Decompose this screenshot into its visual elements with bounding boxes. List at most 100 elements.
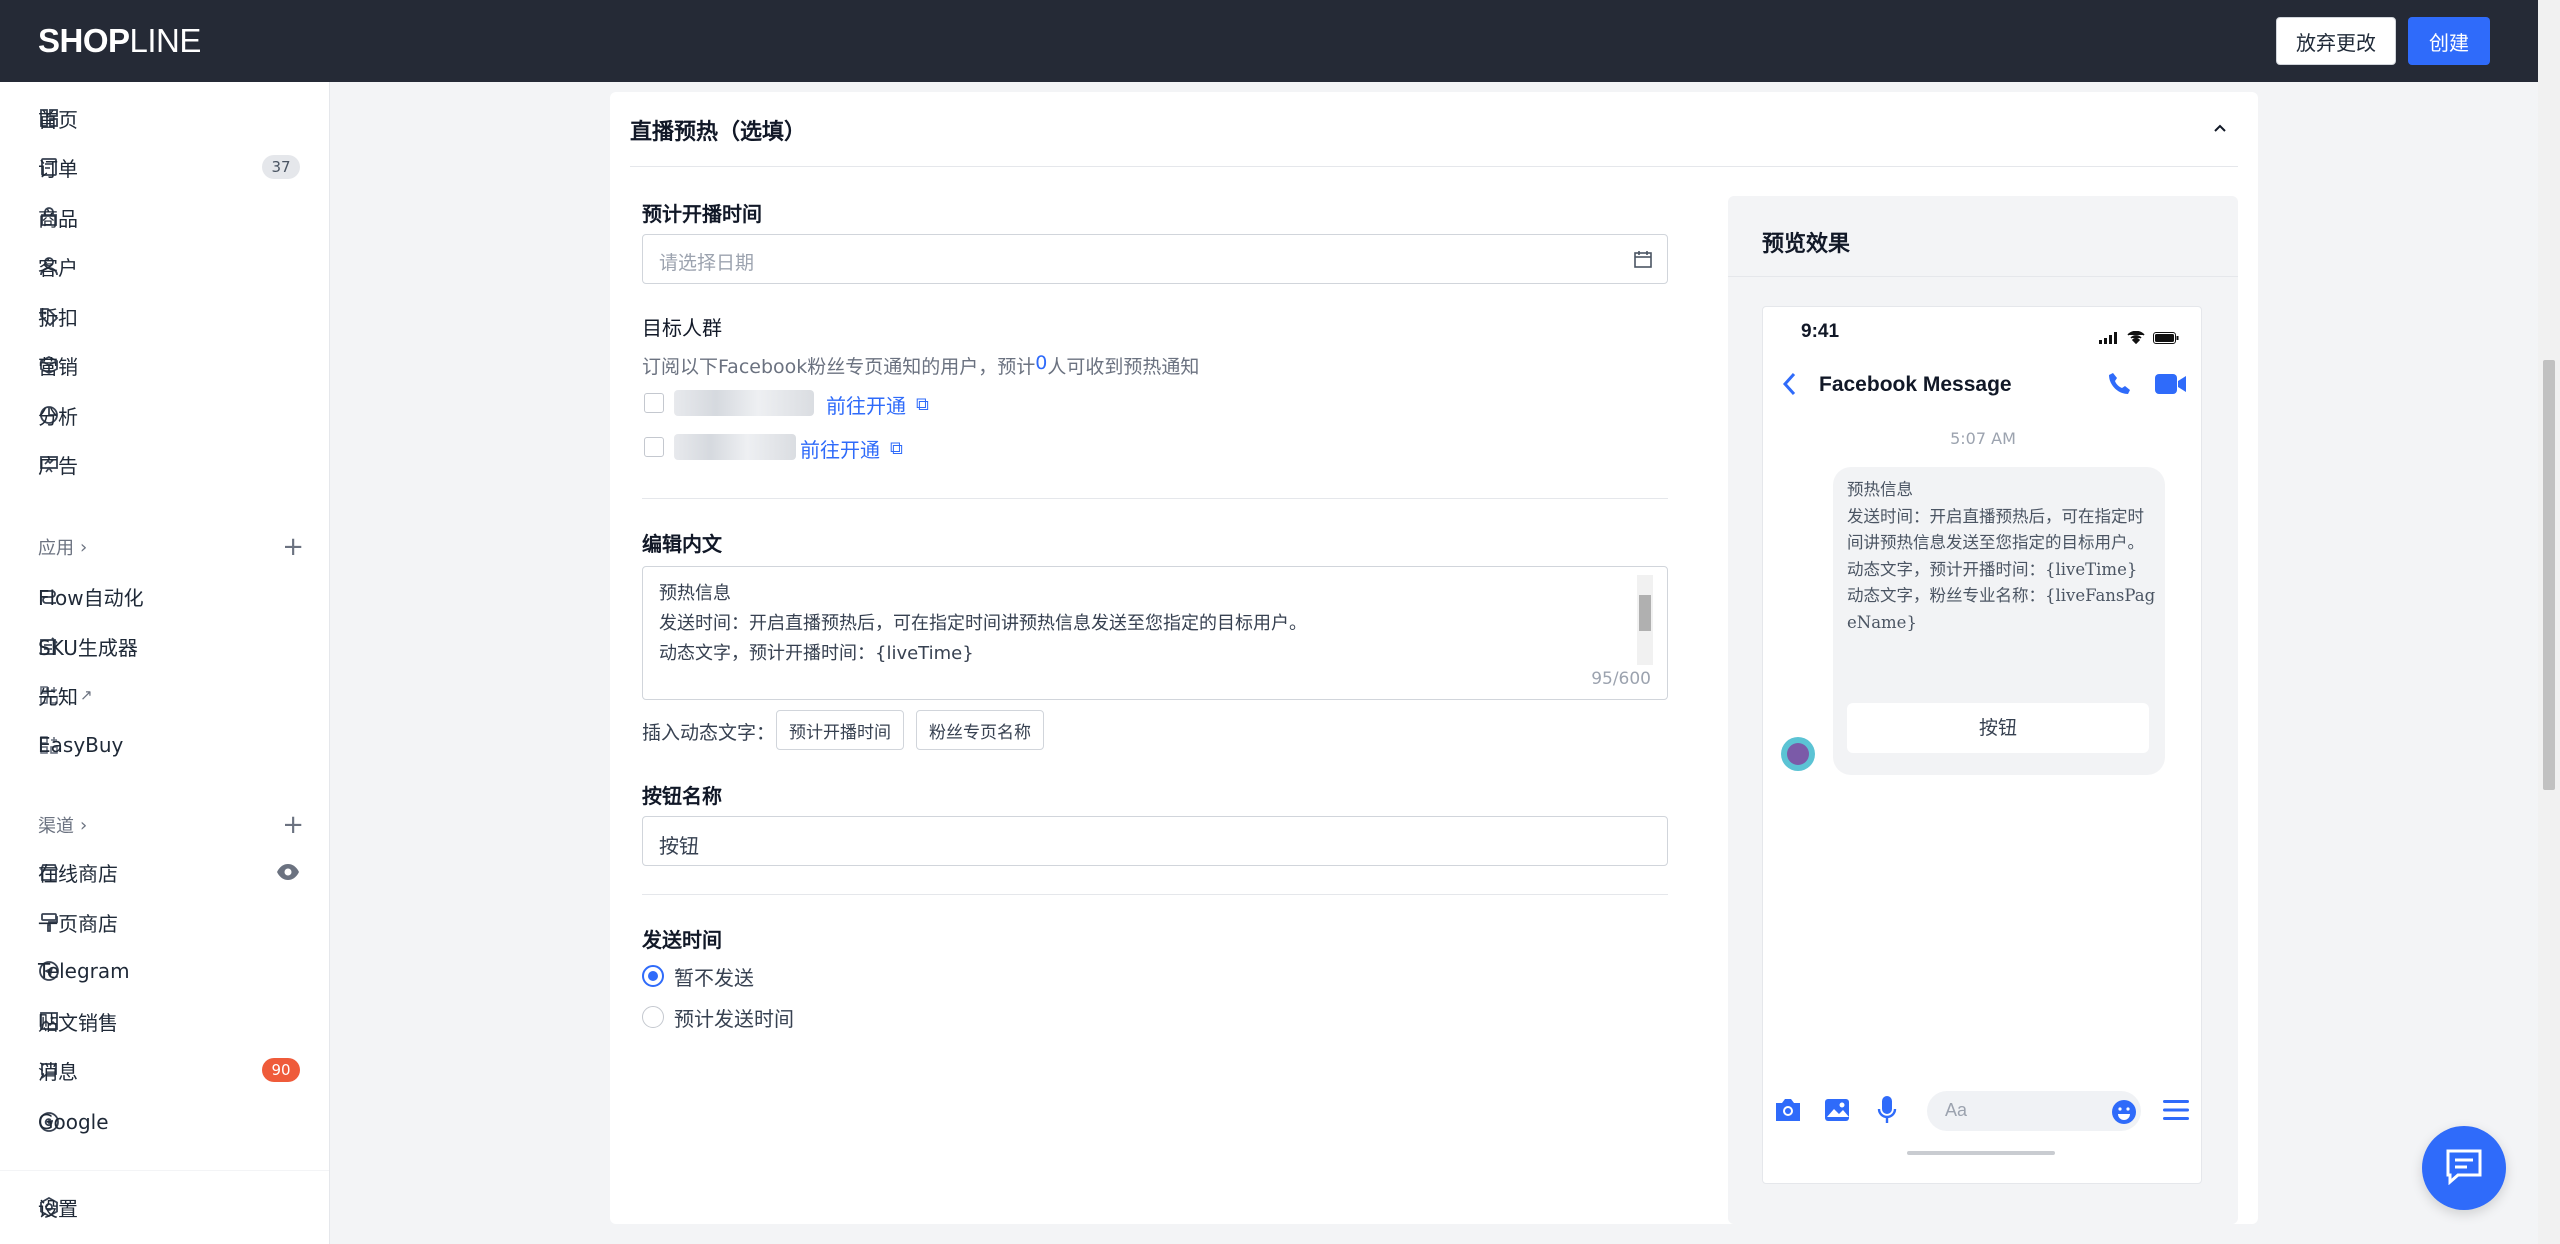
- emoji-icon[interactable]: [2111, 1099, 2137, 1130]
- sidebar-footer: 设置: [0, 1170, 329, 1244]
- activate-link[interactable]: 前往开通 ⧉: [800, 434, 903, 463]
- sidebar-item-label: SKU生成器: [38, 635, 138, 660]
- sidebar-item-messages[interactable]: 消息 90: [38, 1050, 304, 1090]
- add-app-icon[interactable]: +: [282, 532, 304, 562]
- menu-icon[interactable]: [2163, 1099, 2189, 1126]
- message-composer: Aa: [1763, 1087, 2203, 1137]
- sidebar-item-settings[interactable]: 设置: [38, 1187, 304, 1227]
- scheduled-send-label[interactable]: 预计发送时间: [674, 1003, 794, 1032]
- scheduled-send-radio[interactable]: [642, 1006, 664, 1028]
- eye-icon[interactable]: [276, 861, 300, 888]
- sidebar-item-label: 一页商店: [38, 911, 118, 936]
- external-link-icon: ↗: [80, 686, 93, 704]
- page-scrollbar[interactable]: [2538, 0, 2560, 1244]
- sidebar-item-online-store[interactable]: 在线商店: [38, 852, 304, 892]
- sidebar-item-label: 营销: [38, 354, 78, 379]
- back-chevron-icon[interactable]: [1781, 371, 1799, 402]
- phone-mockup: 9:41 Facebook Message 5:07 AM 预热信息 发送时间：…: [1762, 306, 2202, 1184]
- sidebar-item-label: 消息: [38, 1059, 78, 1084]
- support-chat-button[interactable]: [2422, 1126, 2506, 1210]
- page-avatar: [1781, 737, 1815, 771]
- compose-placeholder: Aa: [1945, 1100, 1968, 1120]
- button-name-value: 按钮: [659, 834, 699, 858]
- no-send-label[interactable]: 暂不发送: [674, 962, 754, 991]
- sidebar-item-sku-generator[interactable]: SKU生成器: [38, 626, 304, 666]
- sidebar-item-products[interactable]: 商品: [38, 197, 304, 237]
- sidebar-item-flow[interactable]: Flow自动化: [38, 576, 304, 616]
- apps-section-title: 应用: [38, 538, 74, 559]
- scrollbar-thumb[interactable]: [1639, 595, 1651, 631]
- sidebar-item-home[interactable]: 首页: [38, 98, 304, 138]
- content-line: 预热信息: [659, 583, 731, 604]
- bubble-text: 预热信息 发送时间：开启直播预热后，可在指定时间讲预热信息发送至您指定的目标用户…: [1847, 480, 2156, 632]
- add-channel-icon[interactable]: +: [282, 810, 304, 840]
- no-send-radio[interactable]: [642, 965, 664, 987]
- sidebar-item-easybuy[interactable]: EasyBuy: [38, 725, 304, 765]
- content-line: 动态文字，预计开播时间：{liveTime}: [659, 643, 974, 664]
- phone-clock: 9:41: [1801, 321, 1840, 342]
- calendar-icon: [1633, 249, 1653, 274]
- sidebar-item-label: 设置: [38, 1196, 78, 1221]
- sidebar-item-label: 订单: [38, 156, 78, 181]
- activate-link[interactable]: 前往开通 ⧉: [826, 390, 929, 419]
- sidebar-item-xianzhi[interactable]: 先知 ↗: [38, 675, 304, 715]
- audience-count: 0: [1035, 352, 1048, 374]
- fanpage-checkbox[interactable]: [644, 393, 664, 413]
- sidebar-item-label: EasyBuy: [38, 733, 124, 757]
- date-picker-input[interactable]: 请选择日期: [642, 234, 1668, 284]
- sidebar-item-orders[interactable]: 订单 37: [38, 147, 304, 187]
- insert-live-time-button[interactable]: 预计开播时间: [776, 710, 904, 750]
- message-timestamp: 5:07 AM: [1950, 429, 2016, 448]
- sidebar-item-one-page-store[interactable]: 一页商店: [38, 902, 304, 942]
- divider: [1728, 276, 2238, 277]
- divider: [642, 894, 1668, 895]
- channels-section-title: 渠道: [38, 816, 74, 837]
- message-compose-input[interactable]: Aa: [1927, 1091, 2141, 1131]
- sidebar-item-post-sales[interactable]: 贴文销售: [38, 1001, 304, 1041]
- sidebar-item-customers[interactable]: 客户: [38, 246, 304, 286]
- sidebar-item-google[interactable]: Google: [38, 1102, 304, 1142]
- orders-count-badge: 37: [262, 155, 300, 179]
- scheduled-time-label: 预计开播时间: [642, 202, 762, 226]
- sidebar: 首页 订单 37 商品 客户 折扣 营销 分析 广告 应用 › + Flow自动化…: [0, 82, 330, 1244]
- chevron-up-icon[interactable]: [2210, 118, 2230, 138]
- camera-icon[interactable]: [1773, 1097, 1803, 1128]
- gallery-icon[interactable]: [1823, 1097, 1851, 1128]
- sidebar-item-analytics[interactable]: 分析: [38, 395, 304, 435]
- create-button[interactable]: 创建: [2408, 17, 2490, 65]
- chevron-right-icon: ›: [80, 536, 88, 558]
- apps-section-header[interactable]: 应用 › +: [38, 532, 304, 562]
- phone-call-icon[interactable]: [2107, 371, 2133, 402]
- sidebar-item-label: Telegram: [38, 959, 130, 983]
- shopline-logo[interactable]: SHOPLINE: [38, 22, 201, 60]
- sidebar-item-label: Flow自动化: [38, 585, 144, 610]
- sidebar-item-ads[interactable]: 广告: [38, 444, 304, 484]
- button-name-input[interactable]: 按钮: [642, 816, 1668, 866]
- microphone-icon[interactable]: [1877, 1095, 1897, 1130]
- video-call-icon[interactable]: [2155, 373, 2187, 400]
- discard-changes-button[interactable]: 放弃更改: [2276, 17, 2396, 65]
- insert-fanpage-name-button[interactable]: 粉丝专页名称: [916, 710, 1044, 750]
- scrollbar-thumb[interactable]: [2543, 360, 2555, 790]
- sidebar-item-discounts[interactable]: 折扣: [38, 296, 304, 336]
- channels-section-header[interactable]: 渠道 › +: [38, 810, 304, 840]
- chevron-right-icon: ›: [80, 814, 88, 836]
- sidebar-item-telegram[interactable]: Telegram: [38, 951, 304, 991]
- sidebar-item-label: 客户: [38, 255, 78, 280]
- textarea-scrollbar[interactable]: [1637, 575, 1653, 665]
- bubble-cta-button[interactable]: 按钮: [1847, 703, 2149, 753]
- content-line: 发送时间：开启直播预热后，可在指定时间讲预热信息发送至您指定的目标用户。: [659, 613, 1307, 634]
- divider: [630, 166, 2238, 167]
- sidebar-item-label: 首页: [38, 107, 78, 132]
- sidebar-item-label: 广告: [38, 453, 78, 478]
- preview-panel: 预览效果 9:41 Facebook Message 5:07 AM 预热信息 …: [1728, 196, 2238, 1224]
- message-content-textarea[interactable]: 预热信息 发送时间：开启直播预热后，可在指定时间讲预热信息发送至您指定的目标用户…: [642, 566, 1668, 700]
- fanpage-checkbox[interactable]: [644, 437, 664, 457]
- fanpage-name-redacted: [674, 390, 814, 416]
- button-name-label: 按钮名称: [642, 784, 722, 808]
- chat-title: Facebook Message: [1819, 373, 2012, 396]
- sidebar-item-label: 贴文销售: [38, 1010, 118, 1035]
- sidebar-item-label: 在线商店: [38, 861, 118, 886]
- messages-count-badge: 90: [262, 1058, 300, 1082]
- sidebar-item-marketing[interactable]: 营销: [38, 345, 304, 385]
